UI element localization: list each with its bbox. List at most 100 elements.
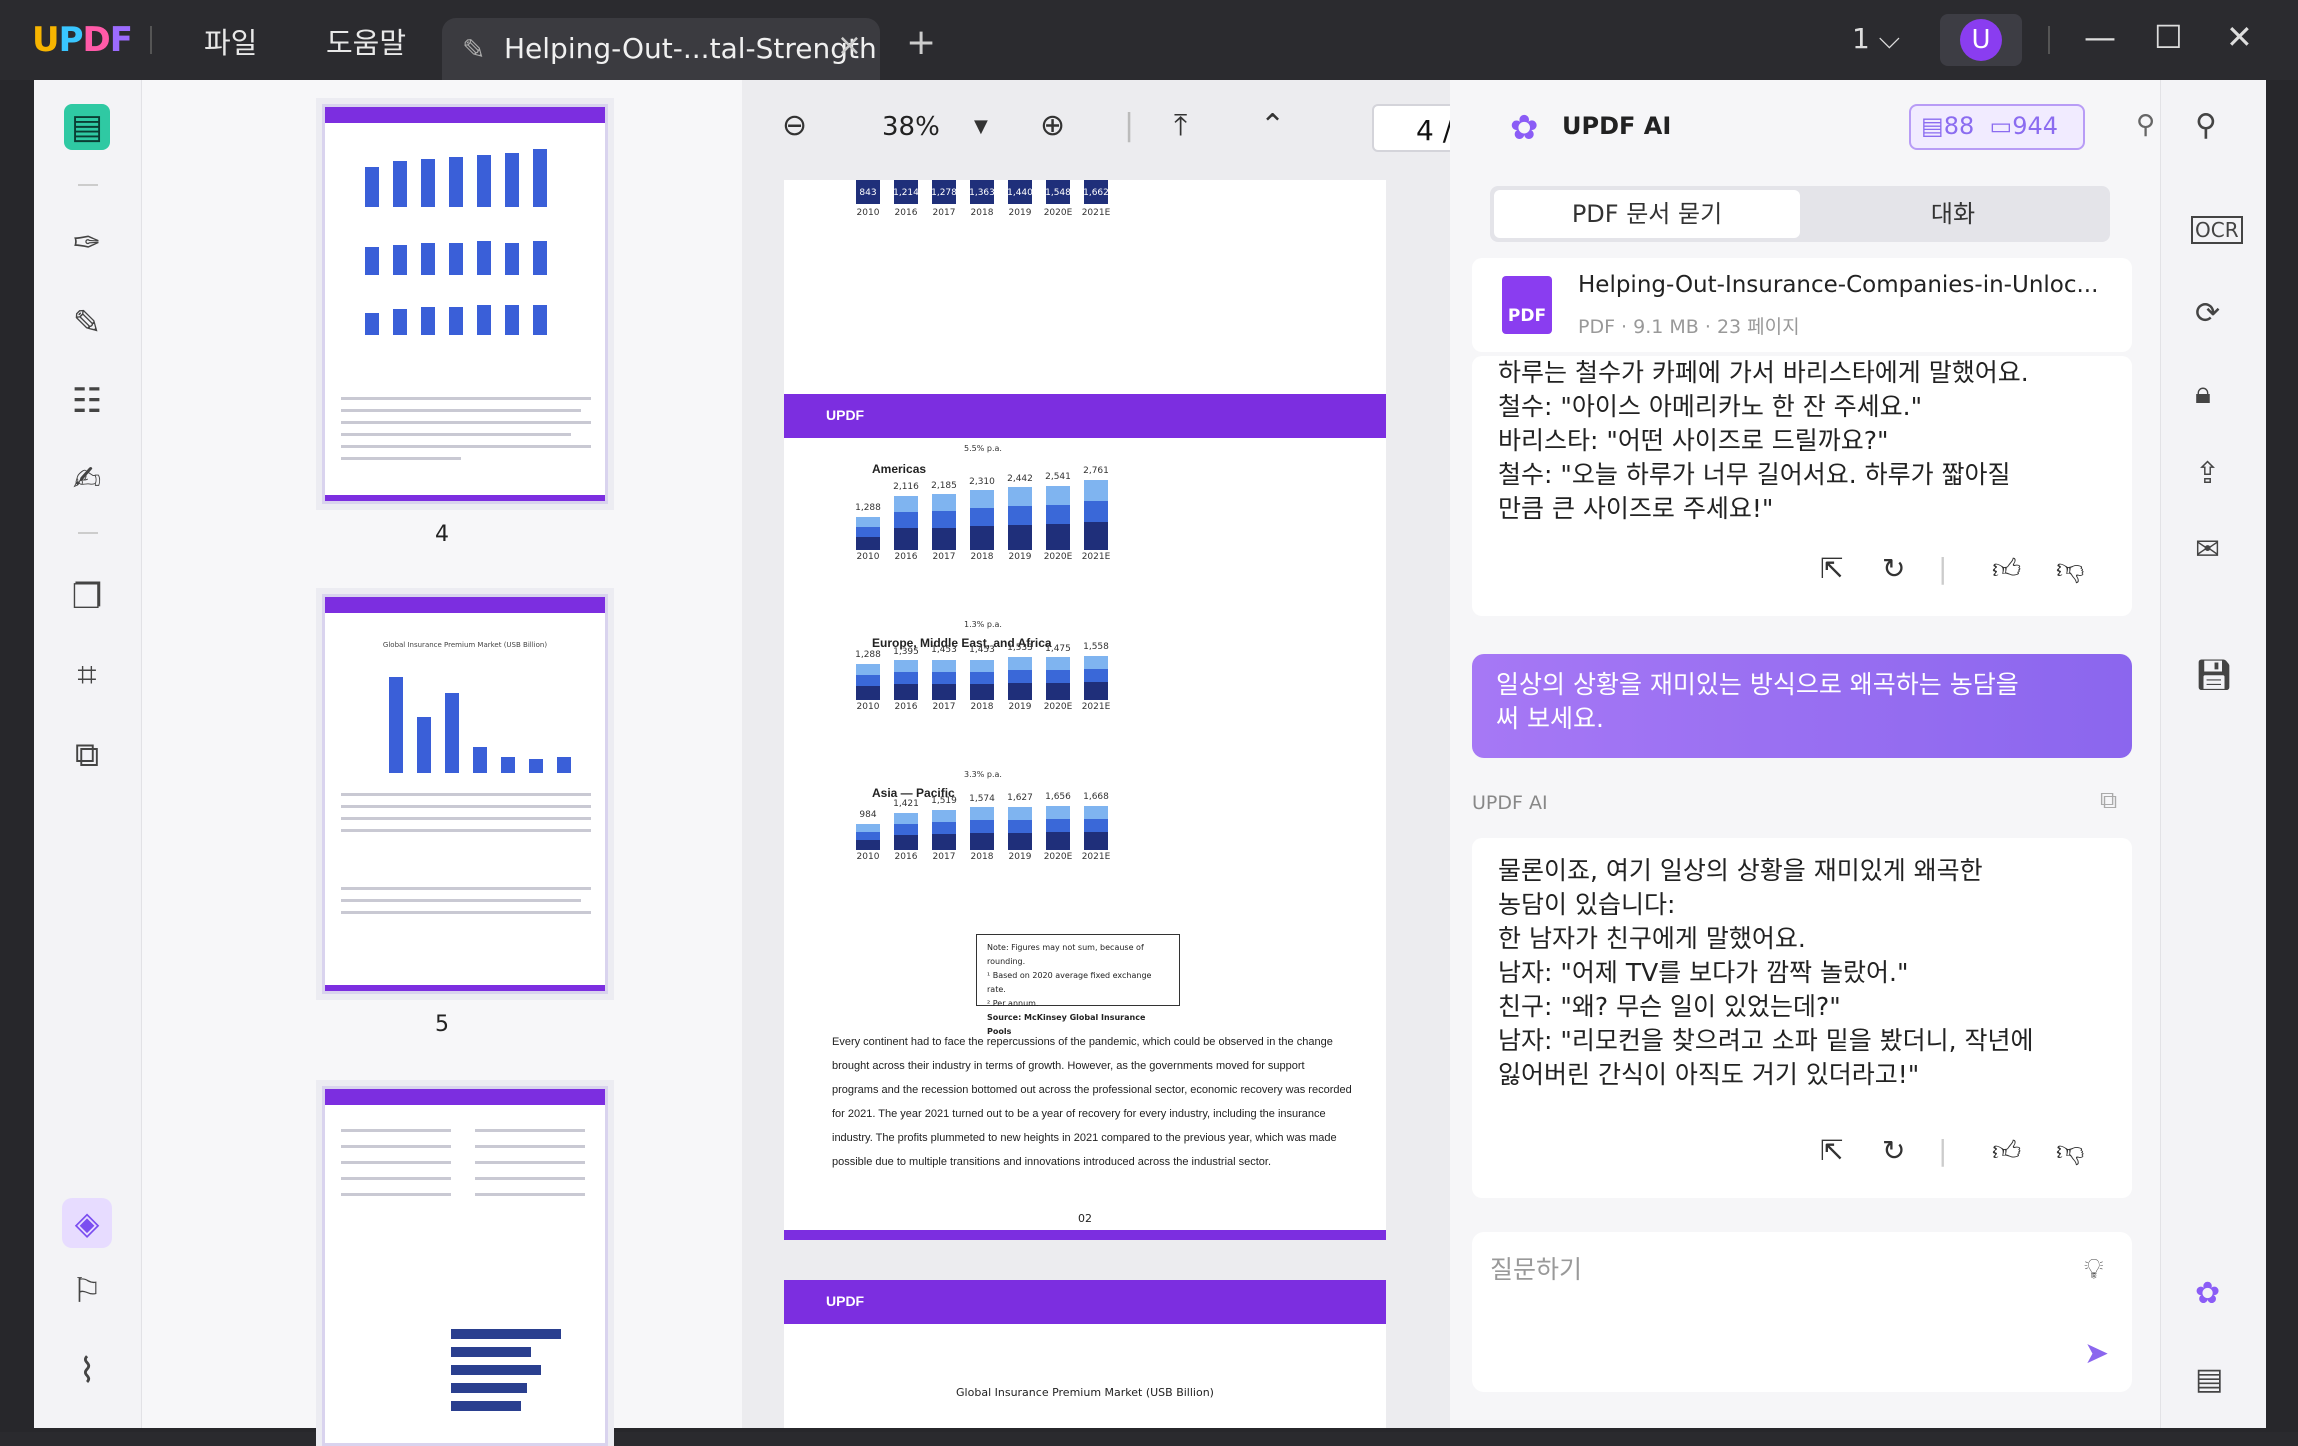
first-page-icon[interactable]: ⤒ — [1174, 108, 1187, 143]
comment-icon[interactable]: ✑ — [64, 220, 110, 266]
zoom-dropdown-icon[interactable]: ▼ — [974, 116, 988, 137]
close-window-button[interactable]: ✕ — [2226, 18, 2253, 56]
comments-icon[interactable]: ▤ — [2195, 1362, 2223, 1397]
text-line — [341, 421, 591, 424]
mini-bar — [365, 313, 379, 335]
bar-value-label: 843 — [859, 188, 877, 198]
add-tab-button[interactable]: + — [906, 22, 936, 63]
thumbnail-page-4[interactable] — [322, 104, 608, 504]
bar-total-label: 2,442 — [1007, 474, 1033, 484]
regenerate-icon[interactable]: ↻ — [1882, 552, 1905, 585]
chart-bar-segment — [970, 672, 994, 684]
note-box: Note: Figures may not sum, because of ro… — [976, 934, 1180, 1036]
edit-pdf-icon[interactable]: ✎ — [64, 300, 110, 346]
page-number-input[interactable]: 4 / — [1372, 104, 1450, 152]
protect-icon[interactable]: 🔒︎ — [2195, 376, 2211, 411]
previous-page-icon[interactable]: ⌃ — [1260, 108, 1285, 143]
share-export-icon[interactable]: ⇪ — [2195, 456, 2220, 491]
avatar[interactable]: U — [1940, 14, 2022, 66]
year-label: 2017 — [932, 552, 956, 562]
ai-assistant-icon[interactable]: ✿ — [2195, 1276, 2220, 1311]
thumbnail-page-5[interactable]: Global Insurance Premium Market (USB Bil… — [322, 594, 608, 994]
message-line: 남자: "리모컨을 찾으려고 소파 밑을 봤더니, 작년에 — [1498, 1026, 2034, 1055]
message-line: 친구: "왜? 무슨 일이 있었는데?" — [1498, 992, 1841, 1021]
close-tab-icon[interactable]: × — [837, 28, 862, 63]
thumbs-down-icon[interactable]: 👎︎ — [2056, 1134, 2084, 1168]
menu-help[interactable]: 도움말 — [326, 20, 406, 62]
thumbs-up-icon[interactable]: 👍︎ — [1992, 552, 2021, 586]
share-icon[interactable]: ⇱ — [1820, 552, 1843, 585]
regenerate-icon[interactable]: ↻ — [1882, 1134, 1905, 1167]
convert-icon[interactable]: ⧉ — [64, 732, 110, 778]
chart-bar-segment — [932, 684, 956, 700]
zoom-in-icon[interactable]: ⊕ — [1040, 108, 1065, 143]
mini-bar — [501, 757, 515, 773]
text-line — [341, 1129, 451, 1132]
chart-bar-segment — [894, 824, 918, 835]
ocr-icon[interactable]: OCR — [2191, 216, 2243, 244]
mini-bar — [393, 245, 407, 275]
form-icon[interactable]: ☷ — [64, 378, 110, 424]
zoom-out-icon[interactable]: ⊖ — [782, 108, 807, 143]
question-input[interactable]: 질문하기 💡︎ ➤ — [1472, 1232, 2132, 1392]
email-icon[interactable]: ✉ — [2195, 532, 2220, 567]
year-label: 2020E — [1043, 208, 1073, 218]
search-icon[interactable]: ⚲ — [2195, 108, 2217, 143]
thumb-header — [325, 597, 605, 613]
chart-bar-segment — [970, 833, 994, 850]
file-card[interactable]: PDF Helping-Out-Insurance-Companies-in-U… — [1472, 258, 2132, 352]
mini-hbar — [451, 1347, 531, 1357]
convert-file-icon[interactable]: ⟳ — [2195, 296, 2220, 331]
save-icon[interactable]: 💾︎ — [2195, 658, 2233, 693]
zoom-level[interactable]: 38% — [882, 112, 940, 142]
mini-bar — [421, 243, 435, 275]
pin-icon[interactable]: ⚲ — [2136, 110, 2155, 140]
year-label: 2010 — [856, 208, 880, 218]
doc-credits: 88 — [1943, 112, 1975, 140]
window-selector[interactable]: 1 ⌵ — [1852, 22, 1900, 56]
fill-sign-icon[interactable]: ✍ — [64, 456, 110, 502]
updf-ai-logo-icon: ✿ — [1510, 108, 1539, 148]
chart-bar-segment — [932, 810, 956, 822]
year-label: 2010 — [856, 852, 880, 862]
left-toolbar: ▤ ✑ ✎ ☷ ✍ ❐ ⌗ ⧉ ◈ ⚐ ⌇ — [34, 80, 142, 1428]
send-icon[interactable]: ➤ — [2084, 1336, 2109, 1371]
year-label: 2021E — [1081, 552, 1111, 562]
divider: | — [1124, 108, 1135, 143]
table-line — [341, 829, 591, 832]
reader-mode-icon[interactable]: ▤ — [64, 104, 110, 150]
mini-bar — [477, 155, 491, 207]
layers-icon[interactable]: ◈ — [62, 1198, 112, 1248]
tab-chat[interactable]: 대화 — [1800, 190, 2106, 238]
chart-bar-segment — [1084, 480, 1108, 501]
mini-bar — [393, 161, 407, 207]
thumbnail-page-6[interactable] — [322, 1086, 608, 1446]
thumb-chart-title: Global Insurance Premium Market (USB Bil… — [382, 641, 548, 649]
attachment-icon[interactable]: ⌇ — [64, 1348, 110, 1394]
maximize-button[interactable]: ☐ — [2154, 18, 2183, 56]
minimize-button[interactable]: — — [2084, 18, 2116, 56]
credits-badge[interactable]: ▤88 ▭944 — [1909, 104, 2085, 150]
section-title: Americas — [872, 462, 927, 476]
share-icon[interactable]: ⇱ — [1820, 1134, 1843, 1167]
organize-pages-icon[interactable]: ❐ — [64, 574, 110, 620]
crop-icon[interactable]: ⌗ — [64, 652, 110, 698]
document-tab[interactable]: ✎ Helping-Out-...tal-Strength × — [442, 18, 880, 80]
chart-bar-segment — [894, 684, 918, 700]
mini-bar — [477, 305, 491, 335]
thumbs-up-icon[interactable]: 👍︎ — [1992, 1134, 2021, 1168]
bookmark-icon[interactable]: ⚐ — [64, 1268, 110, 1314]
tab-pdf-question[interactable]: PDF 문서 묻기 — [1494, 190, 1800, 238]
thumbs-down-icon[interactable]: 👎︎ — [2056, 552, 2084, 586]
divider — [2048, 26, 2050, 54]
year-label: 2019 — [1008, 702, 1032, 712]
thumb-footer — [325, 985, 605, 991]
ai-sender-label: UPDF AI — [1472, 792, 1548, 814]
menu-file[interactable]: 파일 — [204, 20, 257, 62]
year-label: 2010 — [856, 702, 880, 712]
chat-credits: 944 — [2012, 112, 2058, 140]
ai-title: UPDF AI — [1562, 112, 1672, 140]
copy-icon[interactable]: ⧉ — [2100, 786, 2117, 814]
lightbulb-icon[interactable]: 💡︎ — [2084, 1252, 2104, 1286]
mini-bar — [421, 159, 435, 207]
